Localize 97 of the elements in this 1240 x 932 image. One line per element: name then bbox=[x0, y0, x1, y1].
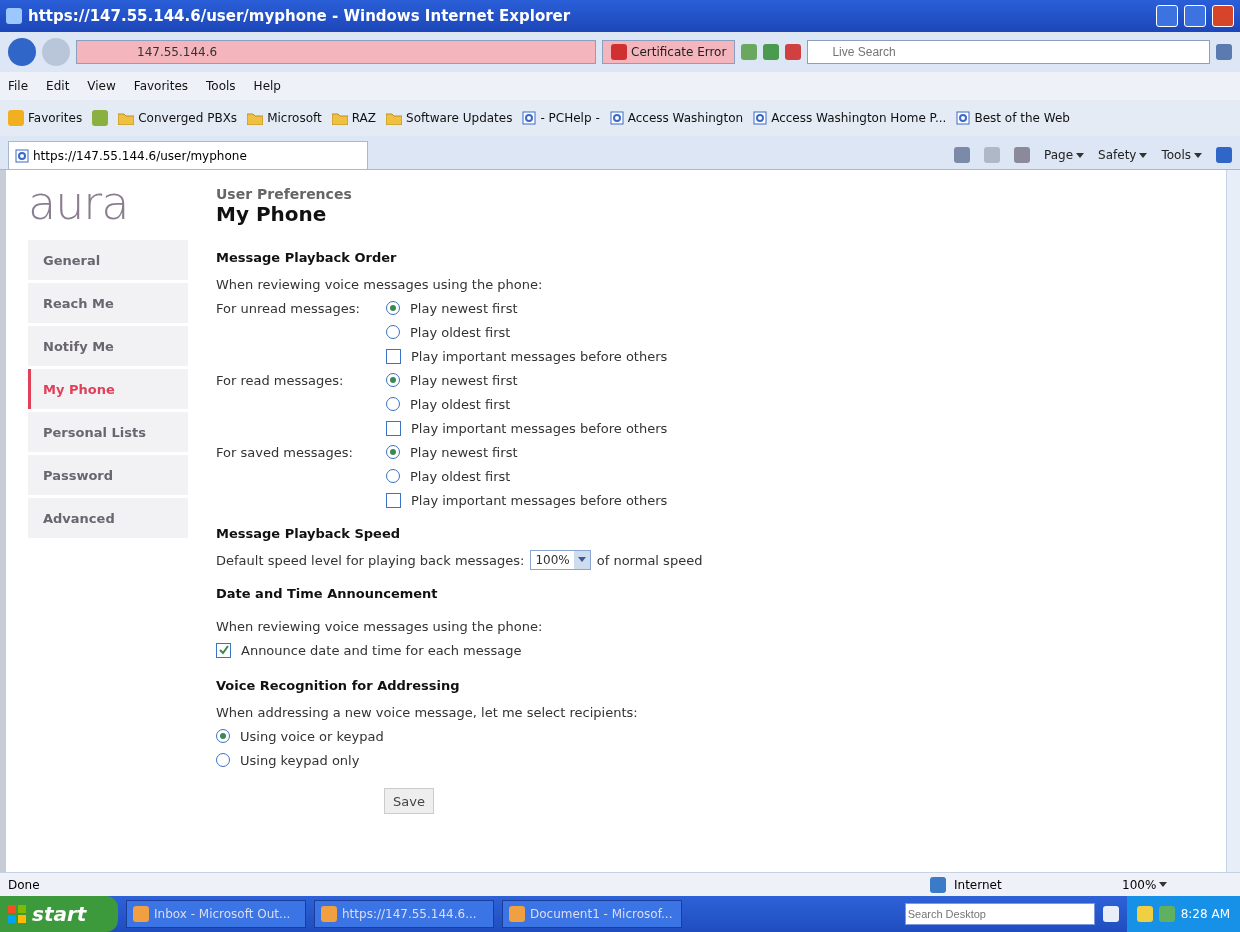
status-text: Done bbox=[8, 877, 41, 892]
group-label: For unread messages: bbox=[216, 300, 360, 316]
radio-button[interactable] bbox=[216, 729, 230, 743]
radio-button[interactable] bbox=[386, 325, 400, 339]
section-intro: When addressing a new voice message, let me select recipients: bbox=[216, 704, 638, 720]
caret-icon bbox=[573, 551, 590, 569]
address-field[interactable]: 147.55.144.6 bbox=[76, 40, 596, 64]
folder-icon bbox=[247, 111, 264, 125]
radio-button[interactable] bbox=[386, 373, 400, 387]
close-button[interactable] bbox=[1212, 5, 1234, 27]
checkbox[interactable] bbox=[216, 642, 231, 658]
option-label: Play oldest first bbox=[410, 468, 511, 484]
back-button[interactable] bbox=[8, 38, 36, 66]
start-button[interactable]: start bbox=[0, 896, 118, 932]
favorite-link[interactable]: Microsoft bbox=[247, 111, 322, 125]
option-label: Play important messages before others bbox=[411, 420, 668, 436]
favorite-link[interactable]: Software Updates bbox=[386, 111, 513, 125]
group-label: For read messages: bbox=[216, 372, 344, 388]
dropdown-arrow-icon bbox=[1139, 153, 1148, 159]
menu-item[interactable]: Edit bbox=[46, 79, 70, 93]
menu-item[interactable]: File bbox=[8, 79, 29, 93]
folder-icon bbox=[118, 111, 135, 125]
section-intro: When reviewing voice messages using the phone: bbox=[216, 618, 543, 634]
folder-icon bbox=[386, 111, 402, 125]
option-label: Using voice or keypad bbox=[240, 728, 384, 744]
option-label: Announce date and time for each message bbox=[241, 642, 522, 658]
save-button[interactable]: Save bbox=[384, 788, 434, 814]
section-heading: Date and Time Announcement bbox=[216, 586, 439, 603]
sidebar-item[interactable]: Notify Me bbox=[28, 326, 188, 366]
radio-button[interactable] bbox=[386, 469, 400, 483]
page-icon bbox=[522, 111, 537, 125]
menu-item[interactable]: Favorites bbox=[133, 79, 189, 93]
favorites-button[interactable]: Favorites bbox=[8, 110, 83, 126]
sidebar-item[interactable]: Reach Me bbox=[28, 283, 188, 323]
certificate-error-button[interactable]: Certificate Error bbox=[602, 40, 736, 64]
desktop-search-field[interactable]: Search Desktop bbox=[904, 903, 1095, 925]
folder-icon bbox=[331, 111, 348, 125]
favorite-link[interactable]: RAZ bbox=[331, 111, 376, 125]
group-label: For saved messages: bbox=[216, 444, 353, 460]
section-intro: When reviewing voice messages using the phone: bbox=[216, 276, 543, 292]
maximize-button[interactable] bbox=[1184, 5, 1206, 27]
security-zone: Internet bbox=[954, 877, 1003, 892]
sidebar-item[interactable]: Personal Lists bbox=[28, 412, 188, 452]
checkbox[interactable] bbox=[386, 348, 401, 364]
favorite-link[interactable]: Best of the Web bbox=[956, 111, 1070, 125]
section-heading: Message Playback Order bbox=[216, 250, 398, 267]
favorite-link[interactable]: - PCHelp - bbox=[522, 111, 600, 125]
command-menu[interactable]: Tools bbox=[1161, 148, 1202, 162]
browser-tab[interactable]: https://147.55.144.6/user/myphone bbox=[8, 141, 368, 169]
field-suffix: of normal speed bbox=[596, 552, 703, 568]
clock: 8:28 AM bbox=[1180, 907, 1230, 921]
page-icon bbox=[753, 111, 768, 125]
sidebar-item[interactable]: Password bbox=[28, 455, 188, 495]
command-menu[interactable]: Page bbox=[1044, 148, 1085, 162]
menu-item[interactable]: View bbox=[87, 79, 116, 93]
command-menu[interactable]: Safety bbox=[1098, 148, 1148, 162]
sidebar-item[interactable]: General bbox=[28, 240, 188, 280]
speed-select[interactable]: 100% bbox=[530, 550, 591, 570]
option-label: Play newest first bbox=[410, 372, 518, 388]
favorite-link[interactable]: Converged PBXs bbox=[118, 111, 238, 125]
dropdown-arrow-icon bbox=[1159, 881, 1168, 888]
page-icon bbox=[956, 111, 971, 125]
field-label: Default speed level for playing back messages: bbox=[216, 552, 525, 568]
option-label: Play important messages before others bbox=[411, 348, 668, 364]
favorite-link[interactable]: Access Washington Home P... bbox=[753, 111, 947, 125]
window-title: https://147.55.144.6/user/myphone - Windows Internet Explorer bbox=[28, 7, 572, 25]
section-heading: Voice Recognition for Addressing bbox=[216, 678, 461, 695]
zoom-level[interactable]: 100% bbox=[1122, 877, 1232, 892]
minimize-button[interactable] bbox=[1156, 5, 1178, 27]
search-field[interactable]: Live Search bbox=[807, 40, 1210, 64]
sidebar-item[interactable]: Advanced bbox=[28, 498, 188, 538]
option-label: Play oldest first bbox=[410, 396, 511, 412]
radio-button[interactable] bbox=[386, 445, 400, 459]
sidebar-item[interactable]: My Phone bbox=[28, 369, 188, 409]
option-label: Play newest first bbox=[410, 300, 518, 316]
radio-button[interactable] bbox=[216, 753, 230, 767]
menu-item[interactable]: Tools bbox=[206, 79, 236, 93]
option-label: Play newest first bbox=[410, 444, 518, 460]
option-label: Using keypad only bbox=[240, 752, 360, 768]
scrollbar[interactable] bbox=[1226, 170, 1240, 872]
option-label: Play oldest first bbox=[410, 324, 511, 340]
radio-button[interactable] bbox=[386, 397, 400, 411]
page-icon bbox=[15, 148, 29, 163]
page-icon bbox=[609, 111, 624, 125]
favorite-link[interactable]: Access Washington bbox=[609, 111, 744, 125]
checkbox[interactable] bbox=[386, 492, 401, 508]
menu-item[interactable]: Help bbox=[253, 79, 281, 93]
section-heading: Message Playback Speed bbox=[216, 526, 402, 543]
logo: aura bbox=[28, 175, 130, 232]
dropdown-arrow-icon bbox=[1194, 153, 1202, 159]
page-title: My Phone bbox=[216, 202, 328, 226]
windows-logo-icon bbox=[8, 905, 26, 923]
option-label: Play important messages before others bbox=[411, 492, 668, 508]
radio-button[interactable] bbox=[386, 301, 400, 315]
dropdown-arrow-icon bbox=[1076, 153, 1085, 159]
checkbox[interactable] bbox=[386, 420, 401, 436]
breadcrumb: User Preferences bbox=[216, 186, 353, 202]
